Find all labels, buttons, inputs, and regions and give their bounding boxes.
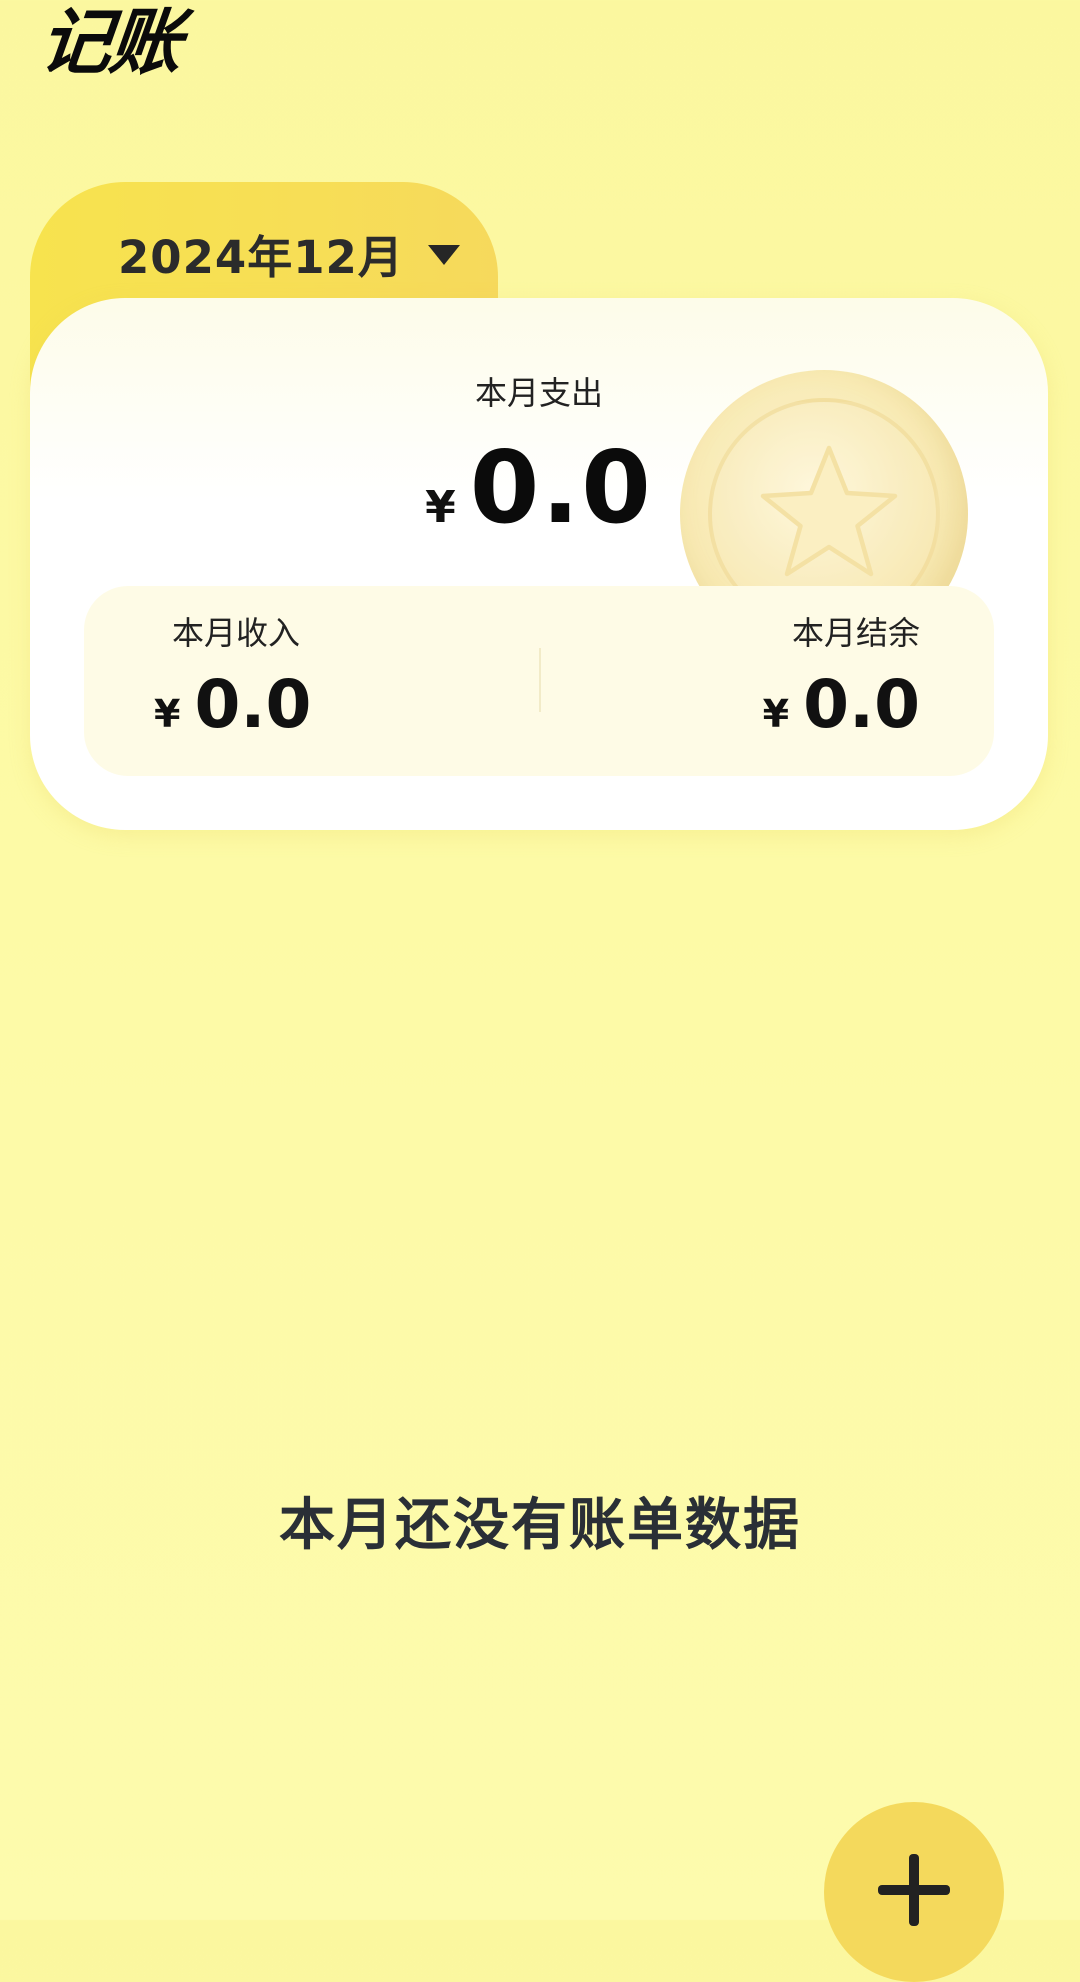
balance-currency: ¥ <box>762 692 790 736</box>
empty-state-message: 本月还没有账单数据 <box>279 1493 801 1558</box>
balance-value: 0.0 <box>803 666 920 743</box>
income-currency: ¥ <box>154 692 181 736</box>
expense-amount: ¥ 0.0 <box>30 438 1048 538</box>
caret-down-icon <box>427 245 460 265</box>
summary-card: 本月支出 ¥ 0.0 本月收入 ¥ 0.0 本月结余 ¥ 0.0 <box>30 298 1048 830</box>
expense-label: 本月支出 <box>474 374 603 412</box>
month-selector[interactable]: 2024年12月 <box>118 218 460 288</box>
add-bill-button[interactable] <box>824 1802 1004 1982</box>
plus-icon <box>878 1854 950 1926</box>
expense-value: 0.0 <box>469 429 653 546</box>
balance-amount: ¥ 0.0 <box>763 672 920 738</box>
income-value: 0.0 <box>194 666 312 743</box>
app-title: 记账 <box>35 0 185 84</box>
balance-block: 本月结余 ¥ 0.0 <box>763 608 920 738</box>
month-label: 2024年12月 <box>118 230 404 284</box>
divider <box>539 648 541 712</box>
expense-currency: ¥ <box>425 482 456 533</box>
income-amount: ¥ 0.0 <box>154 672 311 738</box>
income-label: 本月收入 <box>172 614 301 652</box>
balance-label: 本月结余 <box>791 614 920 652</box>
income-balance-panel: 本月收入 ¥ 0.0 本月结余 ¥ 0.0 <box>84 586 994 776</box>
income-block: 本月收入 ¥ 0.0 <box>154 608 311 738</box>
